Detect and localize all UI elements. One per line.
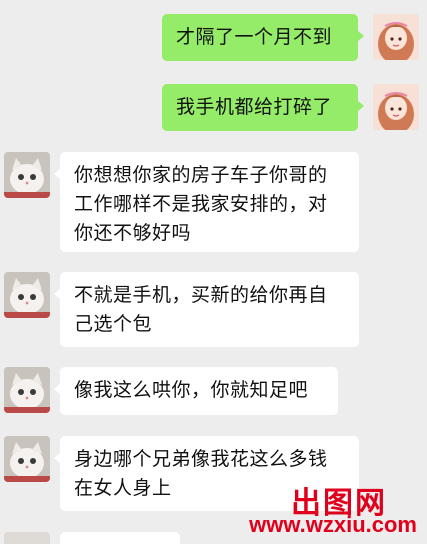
message-bubble-outgoing[interactable]: 我手机都给打碎了 [162,84,364,131]
message-text: 才隔了一个月不到 [176,26,333,48]
message-text: 身边哪个兄弟像我花这么多钱在女人身上 [74,448,328,499]
message-text: 我手机都给打碎了 [176,96,333,118]
cat-avatar-icon [4,367,50,413]
avatar-contact[interactable] [4,152,50,198]
message-bubble-incoming-partial[interactable] [60,532,180,544]
cat-avatar-icon [4,152,50,198]
message-text: 像我这么哄你，你就知足吧 [74,379,309,401]
avatar-self[interactable] [373,84,419,130]
message-bubble-incoming[interactable]: 你想想你家的房子车子你哥的工作哪样不是我家安排的，对你还不够好吗 [54,152,359,252]
avatar-self[interactable] [373,14,419,60]
watermark-url: www.wzxiu.com [249,512,417,537]
message-text: 你想想你家的房子车子你哥的工作哪样不是我家安排的，对你还不够好吗 [74,164,328,244]
message-bubble-incoming[interactable]: 不就是手机，买新的给你再自己选个包 [54,272,359,347]
avatar-contact[interactable] [4,436,50,482]
message-bubble-incoming[interactable]: 像我这么哄你，你就知足吧 [54,367,338,415]
avatar-contact[interactable] [4,367,50,413]
cat-avatar-icon [4,272,50,318]
girl-avatar-icon [373,84,419,130]
message-bubble-outgoing[interactable]: 才隔了一个月不到 [162,14,364,61]
girl-avatar-icon [373,14,419,60]
message-text: 不就是手机，买新的给你再自己选个包 [74,284,328,335]
cat-avatar-icon [4,436,50,482]
avatar-contact-partial [4,532,50,544]
avatar-contact[interactable] [4,272,50,318]
